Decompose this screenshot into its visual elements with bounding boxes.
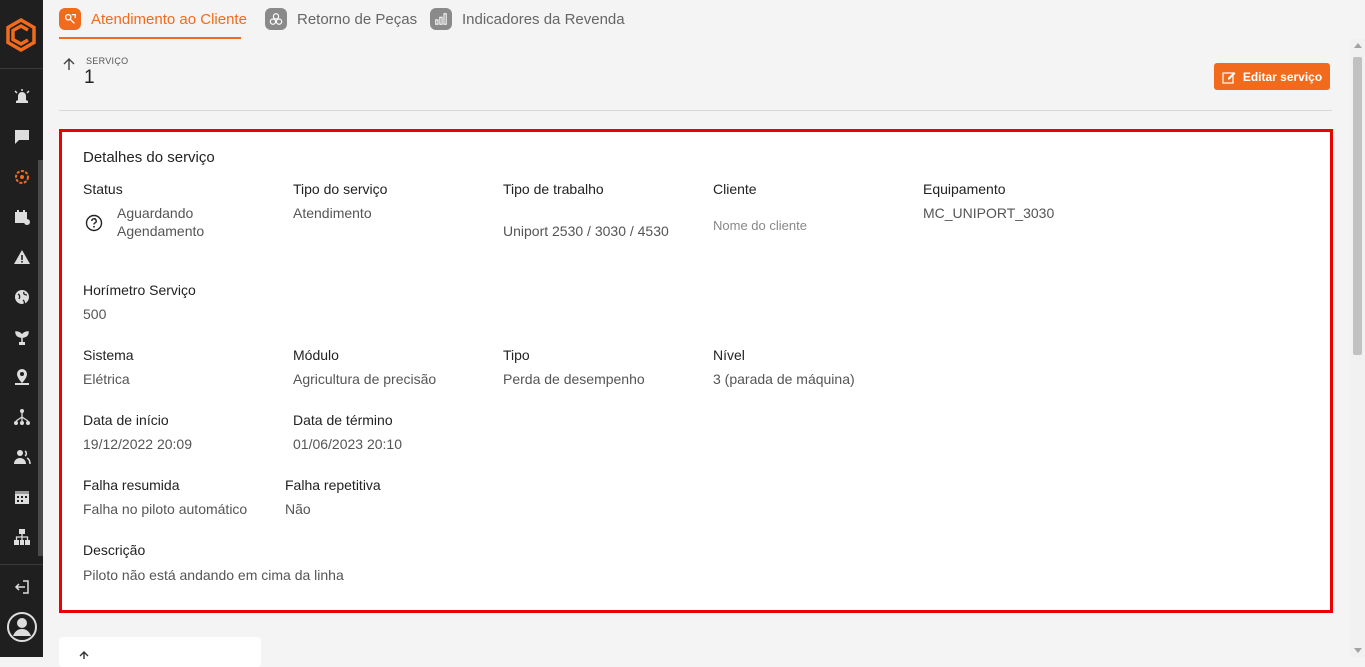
falha-resumida-label: Falha resumida [83, 477, 180, 493]
service-gear-icon [14, 170, 29, 184]
data-termino-value: 01/06/2023 20:10 [293, 436, 402, 452]
tab-label: Retorno de Peças [297, 10, 418, 28]
horimetro-value: 500 [83, 306, 107, 322]
globe-icon [14, 290, 29, 305]
service-label: SERVIÇO [86, 56, 129, 66]
hierarchy-icon [13, 409, 30, 425]
modulo-label: Módulo [293, 347, 339, 363]
descricao-label: Descrição [83, 542, 146, 558]
scrollbar-thumb[interactable] [1353, 57, 1362, 355]
sidebar-item-schedule[interactable] [0, 477, 43, 517]
header-divider [59, 110, 1332, 111]
horimetro-label: Horímetro Serviço [83, 282, 196, 298]
map-pin-icon [14, 369, 29, 385]
scroll-up-icon[interactable] [1354, 43, 1362, 48]
users-icon [13, 450, 31, 465]
sidebar-item-users[interactable] [0, 437, 43, 477]
service-number: 1 [84, 67, 95, 88]
help-circle-icon [85, 214, 103, 232]
equipamento-label: Equipamento [923, 181, 1006, 197]
brand-logo[interactable] [4, 17, 38, 53]
service-icon [59, 8, 81, 30]
alarm-icon [13, 89, 30, 103]
org-chart-icon [13, 529, 30, 545]
sidebar-item-alerts[interactable] [0, 237, 43, 277]
warning-icon [13, 250, 30, 264]
sistema-label: Sistema [83, 347, 134, 363]
modulo-value: Agricultura de precisão [293, 371, 437, 387]
sidebar-item-calendar[interactable] [0, 197, 43, 237]
parts-icon [265, 8, 287, 30]
scroll-down-icon[interactable] [1354, 648, 1362, 653]
tipo-trabalho-value: Uniport 2530 / 3030 / 4530 [503, 223, 669, 239]
edit-service-button[interactable]: Editar serviço [1214, 63, 1330, 90]
data-inicio-value: 19/12/2022 20:09 [83, 436, 192, 452]
sidebar-item-dashboard[interactable] [0, 77, 43, 117]
tab-label: Indicadores da Revenda [462, 10, 625, 28]
equipamento-value: MC_UNIPORT_3030 [923, 205, 1055, 221]
schedule-icon [14, 491, 29, 504]
falha-repetitiva-value: Não [285, 501, 311, 517]
sidebar-item-agro[interactable] [0, 317, 43, 357]
tab-atendimento[interactable]: Atendimento ao Cliente [59, 6, 247, 32]
tipo-trabalho-label: Tipo de trabalho [503, 181, 604, 197]
module-tabs: Atendimento ao Cliente Retorno de Peças … [43, 0, 1365, 39]
sidebar [0, 0, 43, 657]
cliente-value: Nome do cliente [713, 218, 807, 233]
status-value: Aguardando Agendamento [117, 205, 205, 239]
calendar-icon [14, 210, 30, 225]
sidebar-item-location[interactable] [0, 357, 43, 397]
tipo-servico-value: Atendimento [293, 205, 372, 221]
logout-button[interactable] [0, 567, 43, 607]
logout-icon [14, 580, 29, 594]
tipo-servico-label: Tipo do serviço [293, 181, 388, 197]
sistema-value: Elétrica [83, 371, 130, 387]
sidebar-item-global[interactable] [0, 277, 43, 317]
page-scrollbar[interactable] [1350, 39, 1365, 657]
tab-label: Atendimento ao Cliente [91, 10, 247, 28]
sidebar-divider [0, 564, 43, 565]
plant-icon [14, 331, 29, 345]
sidebar-item-service[interactable] [0, 157, 43, 197]
edit-icon [1222, 71, 1236, 84]
falha-repetitiva-label: Falha repetitiva [285, 477, 381, 493]
sidebar-divider [0, 68, 43, 69]
nivel-label: Nível [713, 347, 745, 363]
sidebar-item-network[interactable] [0, 397, 43, 437]
back-arrow-icon[interactable] [62, 56, 76, 72]
user-avatar[interactable] [0, 607, 43, 647]
tab-indicadores[interactable]: Indicadores da Revenda [430, 6, 625, 32]
descricao-value: Piloto não está andando em cima da linha [83, 567, 344, 583]
data-termino-label: Data de término [293, 412, 393, 428]
nivel-value: 3 (parada de máquina) [713, 371, 855, 387]
tipo-value: Perda de desempenho [503, 371, 645, 387]
next-section-card [59, 637, 261, 667]
tab-retorno-pecas[interactable]: Retorno de Peças [265, 6, 417, 32]
avatar-icon [6, 612, 37, 642]
collapse-arrow-icon[interactable] [77, 651, 91, 659]
edit-service-label: Editar serviço [1242, 69, 1323, 84]
sidebar-item-org[interactable] [0, 517, 43, 557]
chat-icon [14, 130, 29, 144]
chart-icon [430, 8, 452, 30]
falha-resumida-value: Falha no piloto automático [83, 501, 248, 517]
sidebar-item-messages[interactable] [0, 117, 43, 157]
cliente-label: Cliente [713, 181, 757, 197]
card-title: Detalhes do serviço [83, 149, 215, 166]
tipo-label: Tipo [503, 347, 530, 363]
data-inicio-label: Data de início [83, 412, 169, 428]
status-label: Status [83, 181, 123, 197]
service-details-card [59, 129, 1333, 613]
